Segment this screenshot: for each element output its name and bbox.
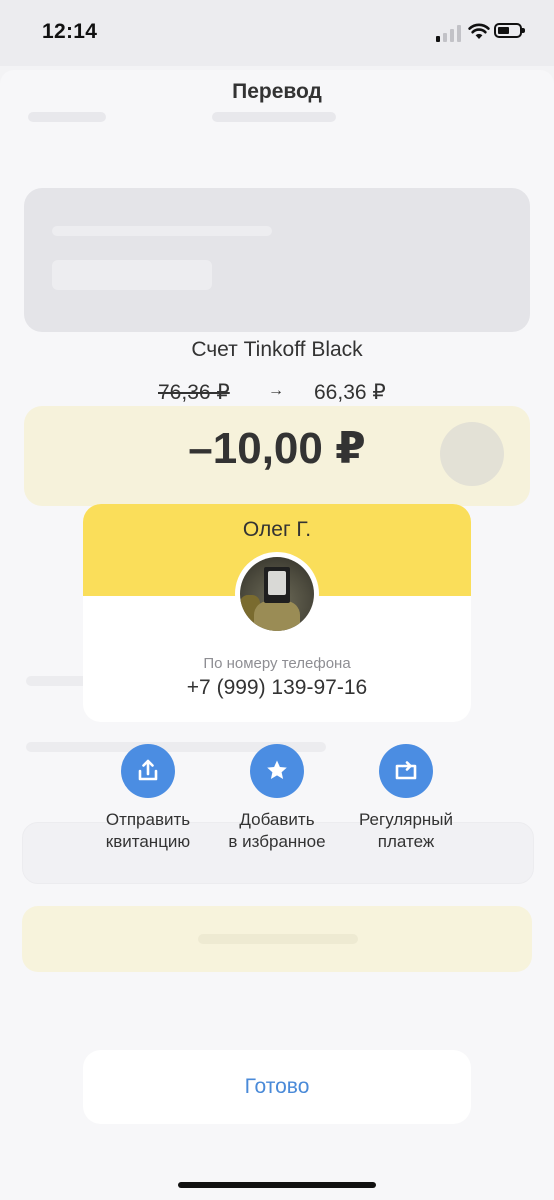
star-icon xyxy=(250,744,304,798)
avatar xyxy=(235,552,319,636)
add-to-favorites-label: Добавить в избранное xyxy=(228,810,326,851)
battery-icon xyxy=(494,23,525,38)
recipient-name: Олег Г. xyxy=(242,518,312,541)
recipient-method-label: По номеру телефона xyxy=(203,655,351,672)
transfer-amount: –10,00 ₽ xyxy=(188,424,366,473)
send-receipt-label: Отправить квитанцию xyxy=(105,810,191,851)
regular-payment-label: Регулярный платеж xyxy=(358,810,454,851)
background-blur xyxy=(212,112,336,122)
background-blur xyxy=(24,188,530,332)
add-to-favorites-button[interactable]: Добавить в избранное xyxy=(207,744,347,853)
old-balance: 76,36 ₽ xyxy=(158,381,230,404)
share-upload-icon xyxy=(121,744,175,798)
new-balance: 66,36 ₽ xyxy=(314,381,386,404)
status-bar: 12:14 xyxy=(0,0,554,66)
regular-payment-button[interactable]: Регулярный платеж xyxy=(336,744,476,853)
done-button[interactable]: Готово xyxy=(83,1050,471,1124)
status-time: 12:14 xyxy=(42,20,98,43)
recipient-card: Олег Г. По номеру телефона +7 (999) 139-… xyxy=(83,504,471,722)
home-indicator[interactable] xyxy=(178,1182,376,1188)
background-blur xyxy=(22,906,532,972)
send-receipt-button[interactable]: Отправить квитанцию xyxy=(78,744,218,853)
arrow-right-icon: → xyxy=(268,382,284,399)
account-name: Счет Tinkoff Black xyxy=(191,338,363,361)
repeat-icon xyxy=(379,744,433,798)
wifi-icon xyxy=(468,22,490,40)
recipient-phone: +7 (999) 139-97-16 xyxy=(186,676,368,699)
page-title: Перевод xyxy=(232,80,322,103)
background-blur xyxy=(28,112,106,122)
cellular-signal-icon xyxy=(436,24,462,42)
